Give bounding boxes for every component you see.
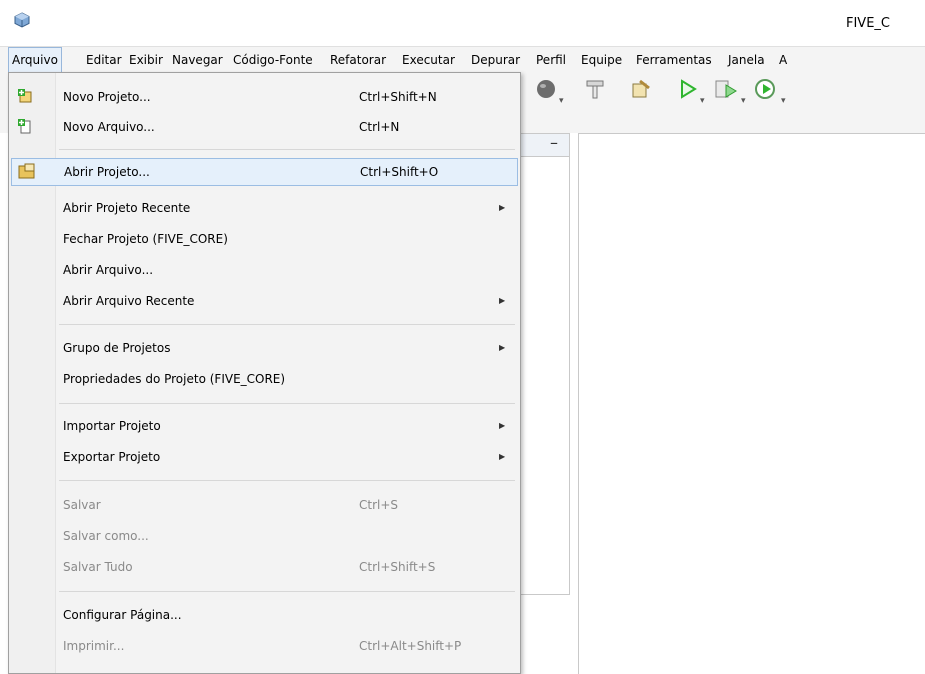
menu-item-novo-arquivo[interactable]: Novo Arquivo... Ctrl+N <box>11 113 516 141</box>
chevron-down-icon[interactable]: ▾ <box>559 96 564 106</box>
menu-separator <box>59 591 515 592</box>
minimize-icon[interactable]: – <box>544 135 564 155</box>
window-title: FIVE_C <box>846 16 890 31</box>
menu-refatorar[interactable]: Refatorar <box>327 47 389 73</box>
menu-navegar[interactable]: Navegar <box>169 47 226 73</box>
menu-item-fechar-projeto[interactable]: Fechar Projeto (FIVE_CORE) <box>11 225 516 253</box>
menu-editar[interactable]: Editar <box>83 47 125 73</box>
menu-item-exportar-projeto[interactable]: Exportar Projeto ▶ <box>11 443 516 471</box>
menu-separator <box>59 149 515 150</box>
menu-item-salvar-tudo: Salvar Tudo Ctrl+Shift+S <box>63 560 436 574</box>
menu-item-abrir-arquivo[interactable]: Abrir Arquivo... <box>11 256 516 284</box>
profile-icon[interactable] <box>754 78 778 103</box>
editor-area <box>578 133 925 674</box>
hammer-icon[interactable] <box>584 78 606 103</box>
menu-executar[interactable]: Executar <box>399 47 458 73</box>
menu-separator <box>59 480 515 481</box>
menu-item-imprimir: Imprimir... Ctrl+Alt+Shift+P <box>63 639 462 653</box>
menu-separator <box>59 324 515 325</box>
chevron-down-icon[interactable]: ▾ <box>741 96 746 106</box>
submenu-arrow-icon: ▶ <box>499 343 506 352</box>
debug-icon[interactable] <box>714 78 738 103</box>
title-bar: FIVE_C <box>0 0 925 40</box>
menu-item-salvar-como: Salvar como... <box>63 529 149 543</box>
netbeans-app-icon <box>14 12 30 31</box>
menu-item-novo-projeto[interactable]: Novo Projeto... Ctrl+Shift+N <box>11 83 516 111</box>
menu-perfil[interactable]: Perfil <box>533 47 569 73</box>
globe-icon[interactable] <box>535 78 557 103</box>
chevron-down-icon[interactable]: ▾ <box>700 96 705 106</box>
menu-equipe[interactable]: Equipe <box>578 47 625 73</box>
menu-ferramentas[interactable]: Ferramentas <box>633 47 715 73</box>
clean-build-icon[interactable] <box>630 78 652 103</box>
chevron-down-icon[interactable]: ▾ <box>781 96 786 106</box>
menu-separator <box>59 403 515 404</box>
menu-item-configurar-pagina[interactable]: Configurar Página... <box>11 601 516 629</box>
menu-item-salvar: Salvar Ctrl+S <box>63 498 399 512</box>
menu-codigo-fonte[interactable]: Código-Fonte <box>230 47 316 73</box>
menu-item-propriedades-do-projeto[interactable]: Propriedades do Projeto (FIVE_CORE) <box>11 365 516 393</box>
submenu-arrow-icon: ▶ <box>499 296 506 305</box>
submenu-arrow-icon: ▶ <box>499 421 506 430</box>
submenu-arrow-icon: ▶ <box>499 452 506 461</box>
menu-ajuda[interactable]: A <box>776 47 790 73</box>
menu-item-abrir-projeto-recente[interactable]: Abrir Projeto Recente ▶ <box>11 194 516 222</box>
new-file-icon <box>17 118 33 137</box>
submenu-arrow-icon: ▶ <box>499 203 506 212</box>
menu-janela[interactable]: Janela <box>725 47 768 73</box>
run-icon[interactable] <box>678 78 698 103</box>
open-project-icon <box>18 163 36 182</box>
menu-depurar[interactable]: Depurar <box>468 47 523 73</box>
menu-bar: Arquivo Editar Exibir Navegar Código-Fon… <box>0 46 925 74</box>
menu-item-abrir-arquivo-recente[interactable]: Abrir Arquivo Recente ▶ <box>11 287 516 315</box>
menu-item-grupo-de-projetos[interactable]: Grupo de Projetos ▶ <box>11 334 516 362</box>
menu-item-importar-projeto[interactable]: Importar Projeto ▶ <box>11 412 516 440</box>
menu-exibir[interactable]: Exibir <box>126 47 166 73</box>
file-menu-dropdown: Novo Projeto... Ctrl+Shift+N Novo Arquiv… <box>8 72 521 674</box>
menu-arquivo[interactable]: Arquivo <box>8 47 62 73</box>
new-project-icon <box>17 88 33 107</box>
menu-item-abrir-projeto[interactable]: Abrir Projeto... Ctrl+Shift+O <box>11 158 518 186</box>
